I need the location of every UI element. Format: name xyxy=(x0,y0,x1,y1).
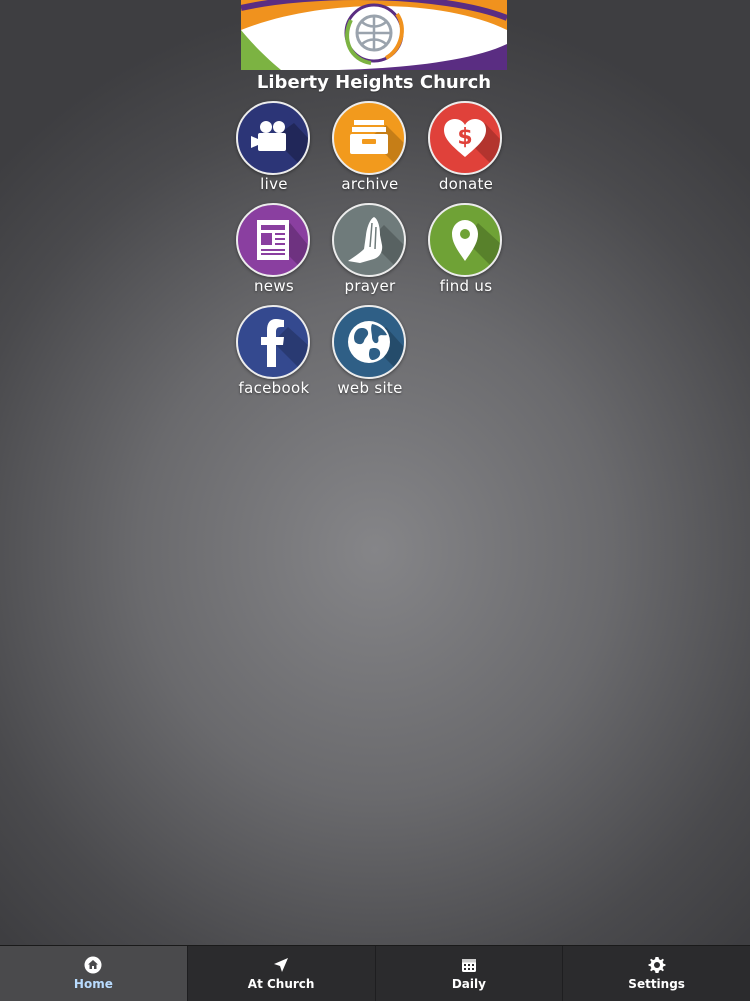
tile-facebook[interactable]: facebook xyxy=(226,305,322,405)
tile-archive[interactable]: archive xyxy=(322,101,418,201)
home-icon xyxy=(84,956,102,974)
tile-news[interactable]: news xyxy=(226,203,322,303)
praying-hands-icon xyxy=(348,217,404,275)
tab-home[interactable]: Home xyxy=(0,946,188,1001)
svg-text:$: $ xyxy=(457,125,472,150)
donate-button[interactable]: $ xyxy=(428,101,502,175)
facebook-button[interactable] xyxy=(236,305,310,379)
tab-label-home: Home xyxy=(73,977,113,991)
tile-prayer[interactable]: prayer xyxy=(322,203,418,303)
tab-label-at-church: At Church xyxy=(247,977,315,991)
map-pin-icon xyxy=(452,220,500,275)
tab-at-church[interactable]: At Church xyxy=(188,946,376,1001)
tab-settings[interactable]: Settings xyxy=(563,946,750,1001)
tile-label-find-us: find us xyxy=(439,277,493,295)
gear-icon xyxy=(648,957,666,973)
tile-donate[interactable]: $ donate xyxy=(418,101,514,201)
web-site-button[interactable] xyxy=(332,305,406,379)
video-camera-icon xyxy=(251,121,308,173)
archive-button[interactable] xyxy=(332,101,406,175)
live-button[interactable] xyxy=(236,101,310,175)
newspaper-icon xyxy=(257,220,308,275)
find-us-button[interactable] xyxy=(428,203,502,277)
facebook-icon xyxy=(261,319,308,377)
tile-label-web-site: web site xyxy=(337,379,403,397)
prayer-button[interactable] xyxy=(332,203,406,277)
news-button[interactable] xyxy=(236,203,310,277)
archive-drawer-icon xyxy=(350,120,404,173)
bottom-tab-bar: Home At Church Daily Settings xyxy=(0,945,750,1001)
tile-find-us[interactable]: find us xyxy=(418,203,514,303)
tile-live[interactable]: live xyxy=(226,101,322,201)
tab-label-daily: Daily xyxy=(451,977,486,991)
location-arrow-icon xyxy=(274,958,289,972)
tile-web-site[interactable]: web site xyxy=(322,305,418,405)
globe-icon xyxy=(348,321,404,377)
tab-daily[interactable]: Daily xyxy=(376,946,564,1001)
tab-label-settings: Settings xyxy=(628,977,685,991)
church-logo xyxy=(241,0,507,70)
calendar-icon xyxy=(461,959,476,972)
heart-dollar-icon: $ xyxy=(444,119,500,173)
tile-label-donate: donate xyxy=(438,175,494,193)
church-name: Liberty Heights Church xyxy=(256,72,492,93)
